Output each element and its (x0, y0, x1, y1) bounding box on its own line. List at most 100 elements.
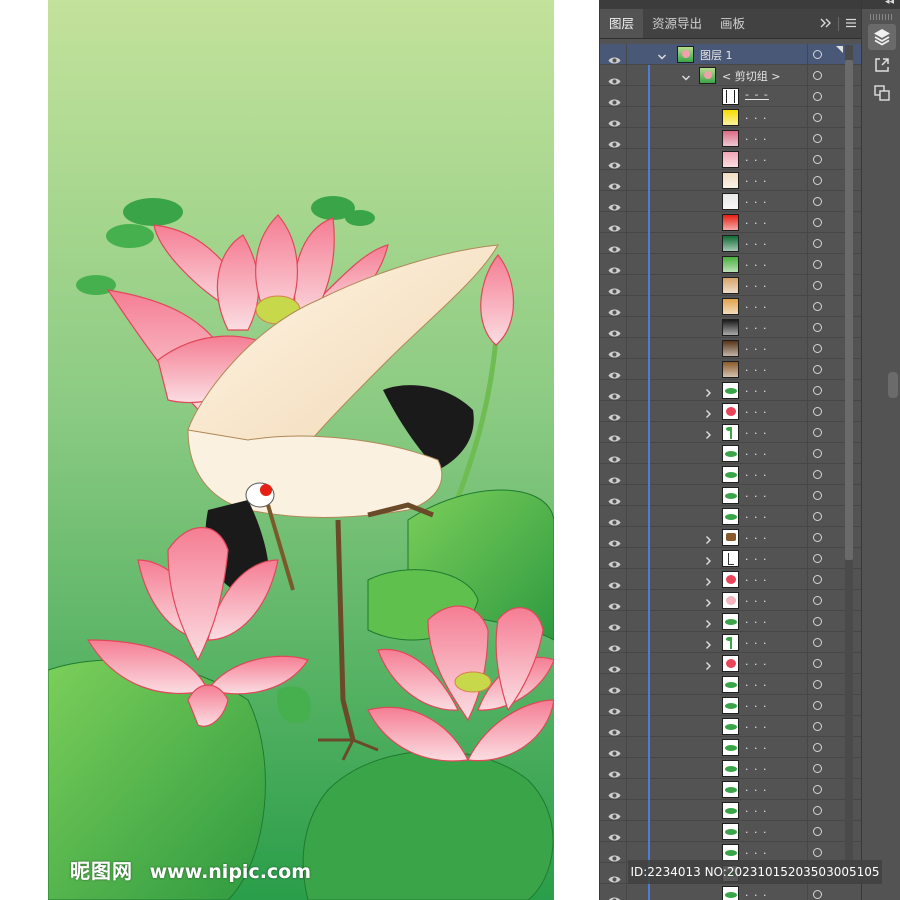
chevron-right-icon[interactable] (702, 531, 714, 544)
target-circle-icon[interactable] (813, 71, 822, 80)
layer-name[interactable]: . . . (745, 718, 767, 731)
layer-row[interactable]: . . . (600, 170, 861, 191)
lock-column[interactable] (626, 254, 627, 275)
eye-visibility-icon[interactable] (608, 638, 621, 652)
layer-row[interactable]: . . . (600, 737, 861, 758)
hamburger-menu-icon[interactable] (845, 17, 857, 31)
layer-name[interactable]: . . . (745, 886, 767, 899)
layer-row[interactable]: . . . (600, 632, 861, 653)
layer-name[interactable]: . . . (745, 487, 767, 500)
eye-visibility-icon[interactable] (608, 197, 621, 211)
target-circle-icon[interactable] (813, 848, 822, 857)
layers-icon[interactable] (868, 24, 896, 50)
layer-name[interactable]: . . . (745, 193, 767, 206)
arrange-icon[interactable] (868, 80, 896, 106)
eye-visibility-icon[interactable] (608, 386, 621, 400)
lock-column[interactable] (626, 296, 627, 317)
layer-name[interactable]: . . . (745, 529, 767, 542)
double-chevron-icon[interactable] (820, 17, 832, 31)
target-circle-icon[interactable] (813, 785, 822, 794)
eye-visibility-icon[interactable] (608, 575, 621, 589)
target-circle-icon[interactable] (813, 197, 822, 206)
dock-grip[interactable] (870, 14, 894, 20)
eye-visibility-icon[interactable] (608, 491, 621, 505)
layer-name[interactable]: . . . (745, 550, 767, 563)
lock-column[interactable] (626, 65, 627, 86)
target-circle-icon[interactable] (813, 806, 822, 815)
lock-column[interactable] (626, 695, 627, 716)
eye-visibility-icon[interactable] (608, 722, 621, 736)
layer-name[interactable]: . . . (745, 340, 767, 353)
eye-visibility-icon[interactable] (608, 512, 621, 526)
chevron-down-icon[interactable] (656, 48, 668, 60)
layer-row[interactable]: . . . (600, 695, 861, 716)
layer-name[interactable]: < 剪切组 > (722, 68, 780, 84)
target-circle-icon[interactable] (813, 575, 822, 584)
layer-name[interactable]: . . . (745, 298, 767, 311)
lock-column[interactable] (626, 674, 627, 695)
layer-name[interactable]: . . . (745, 571, 767, 584)
layer-row[interactable]: . . . (600, 884, 861, 900)
chevron-right-icon[interactable] (702, 594, 714, 607)
layer-name[interactable]: . . . (745, 739, 767, 752)
layer-name[interactable]: . . . (745, 613, 767, 626)
lock-column[interactable] (626, 506, 627, 527)
layer-row[interactable]: . . . (600, 527, 861, 548)
layer-name[interactable]: . . . (745, 214, 767, 227)
target-circle-icon[interactable] (813, 680, 822, 689)
target-circle-icon[interactable] (813, 722, 822, 731)
eye-visibility-icon[interactable] (608, 407, 621, 421)
target-circle-icon[interactable] (813, 470, 822, 479)
eye-visibility-icon[interactable] (608, 785, 621, 799)
eye-visibility-icon[interactable] (608, 134, 621, 148)
target-circle-icon[interactable] (813, 50, 822, 59)
lock-column[interactable] (626, 422, 627, 443)
eye-visibility-icon[interactable] (608, 701, 621, 715)
lock-column[interactable] (626, 317, 627, 338)
target-circle-icon[interactable] (813, 512, 822, 521)
lock-column[interactable] (626, 44, 627, 65)
chevron-down-icon[interactable] (680, 69, 692, 81)
layer-name[interactable]: . . . (745, 256, 767, 269)
target-circle-icon[interactable] (813, 155, 822, 164)
target-circle-icon[interactable] (813, 218, 822, 227)
layer-name[interactable]: . . . (745, 109, 767, 122)
lock-column[interactable] (626, 821, 627, 842)
target-circle-icon[interactable] (813, 554, 822, 563)
lock-column[interactable] (626, 758, 627, 779)
eye-visibility-icon[interactable] (608, 827, 621, 841)
target-circle-icon[interactable] (813, 92, 822, 101)
eye-visibility-icon[interactable] (608, 617, 621, 631)
eye-visibility-icon[interactable] (608, 806, 621, 820)
layer-name[interactable]: . . . (745, 697, 767, 710)
eye-visibility-icon[interactable] (608, 428, 621, 442)
lock-column[interactable] (626, 800, 627, 821)
target-circle-icon[interactable] (813, 638, 822, 647)
target-circle-icon[interactable] (813, 260, 822, 269)
eye-visibility-icon[interactable] (608, 470, 621, 484)
layer-row[interactable]: . . . (600, 800, 861, 821)
lock-column[interactable] (626, 191, 627, 212)
layer-name[interactable]: . . . (745, 319, 767, 332)
chevron-right-icon[interactable] (702, 405, 714, 418)
layer-row[interactable]: . . . (600, 779, 861, 800)
target-circle-icon[interactable] (813, 827, 822, 836)
lock-column[interactable] (626, 737, 627, 758)
layer-row[interactable]: . . . (600, 590, 861, 611)
target-circle-icon[interactable] (813, 617, 822, 626)
layer-name[interactable]: . . . (745, 844, 767, 857)
layer-row[interactable]: . . . (600, 128, 861, 149)
layer-row[interactable]: . . . (600, 548, 861, 569)
lock-column[interactable] (626, 86, 627, 107)
layer-name[interactable]: . . . (745, 592, 767, 605)
target-circle-icon[interactable] (813, 428, 822, 437)
eye-visibility-icon[interactable] (608, 764, 621, 778)
target-circle-icon[interactable] (813, 533, 822, 542)
layer-row[interactable]: . . . (600, 212, 861, 233)
target-circle-icon[interactable] (813, 701, 822, 710)
lock-column[interactable] (626, 884, 627, 900)
layer-name[interactable]: - - - (745, 88, 769, 101)
target-circle-icon[interactable] (813, 386, 822, 395)
target-circle-icon[interactable] (813, 344, 822, 353)
target-circle-icon[interactable] (813, 302, 822, 311)
